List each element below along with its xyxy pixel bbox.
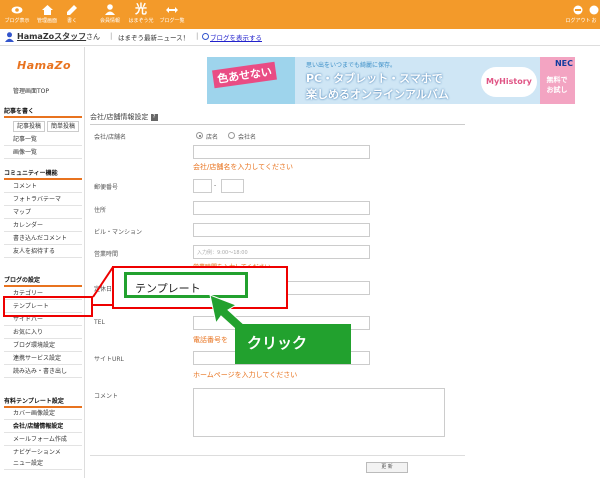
hours-label: 営業時間 <box>94 251 119 258</box>
site-url-hint: ホームページを入力してください <box>193 371 298 379</box>
divider <box>90 455 465 456</box>
nav-blog-view[interactable]: ブログ表示 <box>2 2 32 25</box>
postal-dash: - <box>214 182 217 189</box>
address-input[interactable] <box>193 201 370 215</box>
comment-textarea[interactable] <box>193 388 445 437</box>
name-hint: 会社/店舗名を入力してください <box>193 163 293 171</box>
sidebar-item-images[interactable]: 画像一覧 <box>4 146 82 159</box>
page-title: 会社/店舗情報設定 ? <box>90 112 465 125</box>
click-callout: クリック <box>235 324 351 364</box>
ad-banner[interactable]: 色あせない 思い出をいつまでも綺麗に保存。 PC・タブレット・スマホで 楽しめる… <box>207 57 575 104</box>
radio-company-name-label: 会社名 <box>238 134 257 141</box>
radio-store-name[interactable] <box>196 132 203 139</box>
postal-input-1[interactable] <box>193 179 212 193</box>
postal-input-2[interactable] <box>221 179 244 193</box>
sidebar: HamaZo 管理画面TOP 記事を書く 記事投稿 簡単投稿 記事一覧 画像一覧… <box>0 47 85 478</box>
nav-write[interactable]: 書く <box>57 2 87 25</box>
user-icon <box>5 32 14 42</box>
globe-icon <box>202 33 209 40</box>
postal-label: 郵便番号 <box>94 184 119 191</box>
separator: | <box>196 32 199 40</box>
sidebar-item-linked-services[interactable]: 連携サービス設定 <box>4 352 82 365</box>
banner-line1: 思い出をいつまでも綺麗に保存。 <box>306 62 397 69</box>
click-callout-label: クリック <box>247 334 308 352</box>
news-link[interactable]: はまぞう最新ニュース！ <box>118 32 189 42</box>
banner-line3: 楽しめるオンラインアルバム <box>306 88 449 101</box>
sidebar-template-highlight <box>3 296 93 317</box>
sidebar-item-cover-image[interactable]: カバー画像設定 <box>4 407 82 420</box>
update-button[interactable]: 更 新 <box>366 462 408 473</box>
cloud-icon: MyHistory <box>481 67 537 97</box>
top-nav-bar: ブログ表示 管理画面 書く 会員情報 光 はまぞう光 ブログ一覧 ログアウト お <box>0 0 600 29</box>
sidebar-easy-post-button[interactable]: 簡単投稿 <box>47 121 80 132</box>
sidebar-section-write: 記事を書く <box>4 106 82 118</box>
tel-label: TEL <box>94 319 105 326</box>
banner-line2: PC・タブレット・スマホで <box>306 72 443 85</box>
eye-icon <box>2 2 32 17</box>
sidebar-post-button[interactable]: 記事投稿 <box>13 121 46 132</box>
sidebar-item-map[interactable]: マップ <box>4 206 82 219</box>
connector-lines <box>92 266 114 306</box>
banner-brand: MyHistory <box>486 77 532 86</box>
hamazo-logo[interactable]: HamaZo <box>17 59 71 72</box>
kanji-icon: 光 <box>134 2 147 16</box>
sidebar-item-invite[interactable]: 友人を招待する <box>4 245 82 258</box>
banner-free: 無料で お試し <box>546 76 568 94</box>
site-url-label: サイトURL <box>94 356 124 363</box>
sidebar-item-written-comments[interactable]: 書き込んだコメント <box>4 232 82 245</box>
sidebar-item-articles[interactable]: 記事一覧 <box>4 133 82 146</box>
help-icon[interactable]: ? <box>150 113 158 121</box>
building-input[interactable] <box>193 223 370 237</box>
popup-template-label: テンプレート <box>135 282 201 295</box>
sidebar-item-navigation-menu-2[interactable]: ニュー設定 <box>4 457 82 470</box>
radio-store-name-label: 店名 <box>206 134 219 141</box>
separator: | <box>110 32 113 40</box>
sidebar-section-settings: ブログの設定 <box>4 275 82 287</box>
sidebar-section-community: コミュニティー機能 <box>4 168 82 180</box>
tel-hint: 電話番号を <box>193 336 228 344</box>
sidebar-item-import-export[interactable]: 読み込み・書き出し <box>4 365 82 378</box>
sidebar-item-comment[interactable]: コメント <box>4 180 82 193</box>
hours-placeholder: 入力例：9:00〜18:00 <box>197 250 248 256</box>
name-label: 会社/店舗名 <box>94 134 127 141</box>
nav-help[interactable]: お <box>588 2 600 25</box>
sidebar-item-favorites[interactable]: お気に入り <box>4 326 82 339</box>
username-link[interactable]: HamaZoスタッフ <box>17 31 86 42</box>
sidebar-admin-top[interactable]: 管理画面TOP <box>13 86 49 95</box>
help-icon <box>588 2 600 17</box>
sidebar-item-photolove[interactable]: フォトラバテーマ <box>4 193 82 206</box>
nav-blog-list[interactable]: ブログ一覧 <box>157 2 187 25</box>
honorific: さん <box>86 33 100 41</box>
banner-tag: 色あせない <box>212 61 277 89</box>
nav-member-info[interactable]: 会員情報 <box>95 2 125 25</box>
nav-hamazo-hikari[interactable]: 光 はまぞう光 <box>126 2 156 25</box>
view-blog-link[interactable]: ブログを表示する <box>210 32 262 42</box>
pencil-icon <box>57 2 87 17</box>
company-name-input[interactable] <box>193 145 370 159</box>
banner-cta: NEC 無料で お試し <box>540 57 575 104</box>
sidebar-item-blog-env[interactable]: ブログ環境設定 <box>4 339 82 352</box>
building-label: ビル・マンション <box>94 229 143 236</box>
sidebar-item-mail-form[interactable]: メールフォーム作成 <box>4 433 82 446</box>
sidebar-item-calendar[interactable]: カレンダー <box>4 219 82 232</box>
radio-company-name[interactable] <box>228 132 235 139</box>
zoom-popup: テンプレート <box>112 266 288 309</box>
sidebar-item-company-info[interactable]: 会社/店舗情報設定 <box>4 420 82 433</box>
arrows-icon <box>157 2 187 17</box>
user-bar: HamaZoスタッフ さん | はまぞう最新ニュース！ | ブログを表示する <box>0 29 600 46</box>
comment-label: コメント <box>94 393 119 400</box>
banner-photo-area: 色あせない <box>207 57 295 104</box>
person-icon <box>95 2 125 17</box>
address-label: 住所 <box>94 207 107 214</box>
banner-maker: NEC <box>554 59 573 68</box>
